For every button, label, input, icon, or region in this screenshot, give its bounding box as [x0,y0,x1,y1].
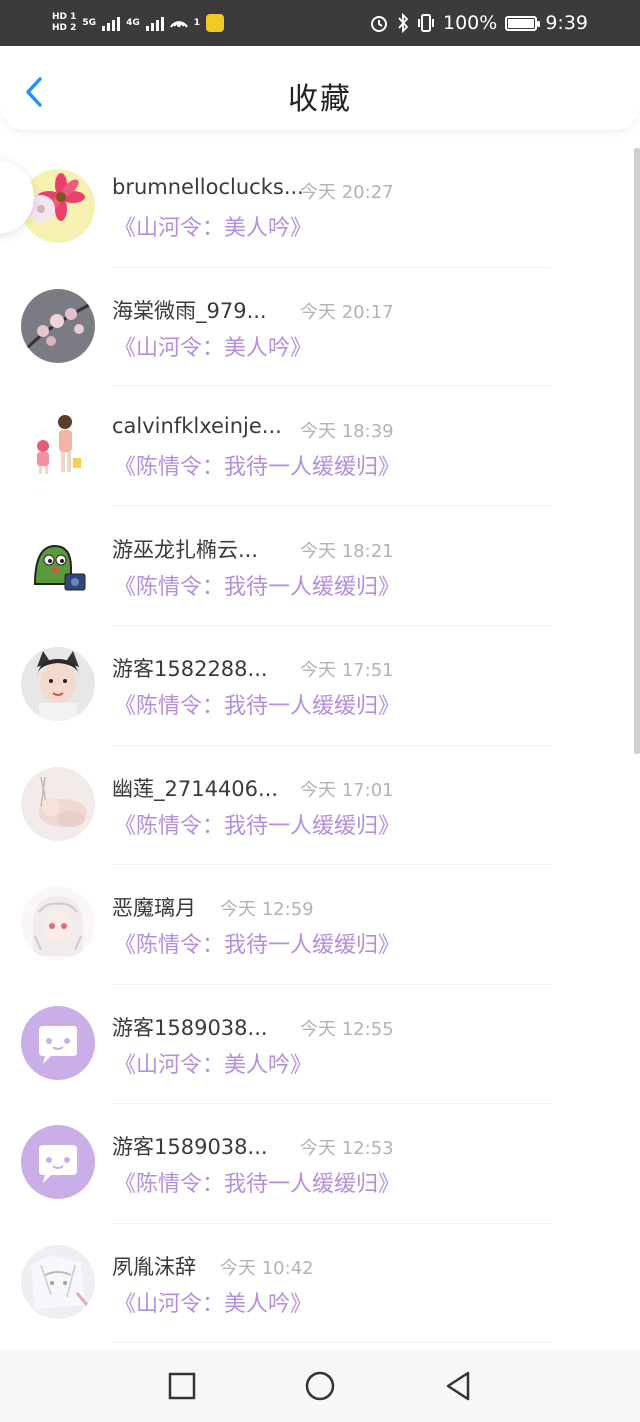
list-item[interactable]: 海棠微雨_979... 今天 20:17 《山河令：美人吟》 [0,268,630,387]
avatar[interactable] [21,1125,95,1199]
list-item[interactable]: 游客1582288... 今天 17:51 《陈情令：我待一人缓缓归》 [0,626,630,746]
avatar[interactable] [21,886,95,960]
work-title[interactable]: 《陈情令：我待一人缓缓归》 [114,808,400,840]
username[interactable]: 游客1589038... [112,1131,268,1161]
username[interactable]: 海棠微雨_979... [112,295,267,325]
anime-girl-avatar-icon [21,886,95,960]
work-title[interactable]: 《山河令：美人吟》 [114,330,312,362]
status-bar: HD 1 HD 2 5G 4G 1 100% 9:39 [0,0,640,46]
page-title: 收藏 [288,82,352,117]
avatar[interactable] [21,1244,95,1319]
work-title[interactable]: 《陈情令：我待一人缓缓归》 [114,449,400,481]
timestamp: 今天 12:55 [300,1018,394,1040]
username[interactable]: 游巫龙扎椭云... [112,534,258,564]
recents-button[interactable] [166,1370,198,1402]
favorites-list: brumnelloclucks... 今天 20:27 《山河令：美人吟》 海棠… [0,148,630,1343]
net2-label: 4G [126,18,140,28]
hotspot-count: 1 [193,18,200,28]
work-title[interactable]: 《山河令：美人吟》 [114,210,312,242]
battery-percent: 100% [443,12,498,34]
mother-child-avatar-icon [21,408,95,482]
timestamp: 今天 12:53 [300,1138,394,1159]
battery-icon [505,15,541,31]
circle-icon [305,1371,335,1401]
cherry-blossom-avatar-icon [21,288,95,363]
triangle-back-icon [446,1371,470,1401]
avatar[interactable] [21,1005,95,1080]
status-right: 100% 9:39 [369,12,588,34]
green-bird-avatar-icon [21,527,95,602]
timestamp: 今天 18:39 [300,421,394,442]
signal-icon [102,15,121,31]
hd-indicator: HD 1 HD 2 [52,12,76,34]
avatar[interactable] [21,408,95,482]
username[interactable]: brumnelloclucks... [112,175,304,199]
status-left: HD 1 HD 2 5G 4G 1 [52,12,224,34]
back-nav-button[interactable] [442,1370,474,1402]
avatar[interactable] [21,288,95,363]
timestamp: 今天 17:51 [300,660,394,681]
work-title[interactable]: 《陈情令：我待一人缓缓归》 [114,1166,400,1198]
net1-label: 5G [82,18,97,28]
list-item[interactable]: 幽莲_2714406... 今天 17:01 《陈情令：我待一人缓缓归》 [0,746,630,865]
list-item[interactable]: 游客1589038... 今天 12:53 《陈情令：我待一人缓缓归》 [0,1104,630,1224]
home-button[interactable] [304,1370,336,1402]
baby-avatar-icon [21,766,95,841]
timestamp: 今天 10:42 [220,1257,314,1279]
anime-sketch-avatar-icon [21,1244,95,1319]
avatar[interactable] [21,527,95,602]
hd2-label: HD 2 [52,23,77,33]
woman-cat-ears-avatar-icon [21,647,95,721]
signal-icon-2 [145,15,164,31]
list-item[interactable]: 恶魔璃月 今天 12:59 《陈情令：我待一人缓缓归》 [0,865,630,985]
username[interactable]: 游客1589038... [112,1012,268,1042]
list-item[interactable]: 游巫龙扎椭云... 今天 18:21 《陈情令：我待一人缓缓归》 [0,507,630,626]
alarm-icon [371,16,387,32]
default-chat-avatar-icon [21,1005,95,1080]
divider [112,1342,550,1343]
list-item[interactable]: brumnelloclucks... 今天 20:27 《山河令：美人吟》 [0,148,630,268]
timestamp: 今天 12:59 [220,899,314,920]
default-chat-avatar-icon [21,1125,95,1199]
system-navbar [0,1350,640,1422]
list-item[interactable]: calvinfklxeinje... 今天 18:39 《陈情令：我待一人缓缓归… [0,387,630,507]
work-title[interactable]: 《山河令：美人吟》 [114,1047,312,1079]
username[interactable]: 游客1582288... [112,653,268,683]
list-item[interactable]: 夙胤沫辞 今天 10:42 《山河令：美人吟》 [0,1224,630,1343]
vibrate-icon [418,14,434,32]
timestamp: 今天 20:17 [300,301,394,323]
username[interactable]: 幽莲_2714406... [112,773,278,803]
list-item[interactable]: 游客1589038... 今天 12:55 《山河令：美人吟》 [0,985,630,1104]
header: 收藏 [0,46,640,130]
timestamp: 今天 18:21 [300,540,394,562]
work-title[interactable]: 《陈情令：我待一人缓缓归》 [114,927,400,959]
clock: 9:39 [545,12,588,34]
work-title[interactable]: 《陈情令：我待一人缓缓归》 [114,688,400,720]
bluetooth-icon [398,13,409,33]
username[interactable]: calvinfklxeinje... [112,414,282,438]
timestamp: 今天 20:27 [300,182,394,203]
hotspot-icon [169,21,188,28]
square-icon [168,1372,196,1400]
work-title[interactable]: 《陈情令：我待一人缓缓归》 [114,569,400,601]
work-title[interactable]: 《山河令：美人吟》 [114,1286,312,1318]
hd1-label: HD 1 [52,12,77,22]
avatar[interactable] [21,766,95,841]
username[interactable]: 夙胤沫辞 [112,1251,196,1281]
timestamp: 今天 17:01 [300,779,394,801]
notification-app-icon [205,14,224,32]
scrollbar[interactable] [634,148,640,754]
avatar[interactable] [21,647,95,721]
username[interactable]: 恶魔璃月 [112,892,196,922]
